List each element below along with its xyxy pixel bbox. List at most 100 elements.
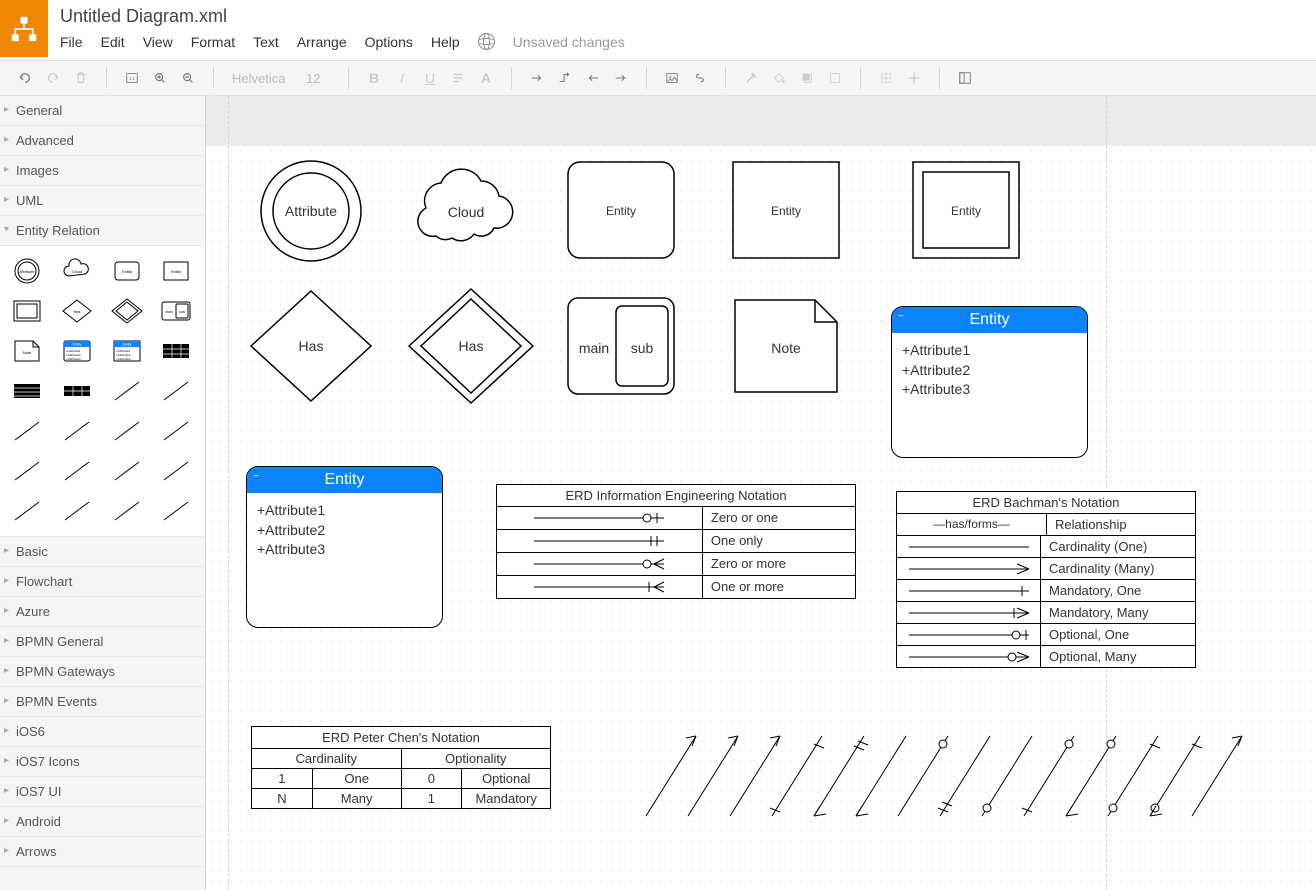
- palette-line-1[interactable]: [106, 374, 148, 408]
- shape-has-diamond[interactable]: Has: [246, 286, 376, 406]
- shape-ie-notation[interactable]: ERD Information Engineering Notation Zer…: [496, 484, 856, 599]
- sidebar-category-ios7-ui[interactable]: iOS7 UI: [0, 777, 205, 807]
- shape-entity-rect[interactable]: Entity: [731, 160, 841, 260]
- palette-line-10[interactable]: [155, 454, 197, 488]
- grid-toggle-button[interactable]: [873, 65, 899, 91]
- menu-view[interactable]: View: [143, 34, 173, 50]
- palette-line-8[interactable]: [56, 454, 98, 488]
- zoom-in-button[interactable]: [147, 65, 173, 91]
- menu-arrange[interactable]: Arrange: [297, 34, 347, 50]
- zoom-out-button[interactable]: [175, 65, 201, 91]
- shape-entity-double[interactable]: Entity: [911, 160, 1021, 260]
- palette-line-14[interactable]: [155, 494, 197, 528]
- palette-entity-table-blue2[interactable]: Entity+Attribute1+Attribute2+Attribute3: [106, 334, 148, 368]
- palette-main-sub[interactable]: mainsub: [155, 294, 197, 328]
- palette-table-dark2[interactable]: [6, 374, 48, 408]
- waypoints-button[interactable]: [552, 65, 578, 91]
- palette-entity-rounded[interactable]: Entity: [106, 254, 148, 288]
- palette-has-diamond[interactable]: Has: [56, 294, 98, 328]
- palette-line-13[interactable]: [106, 494, 148, 528]
- bold-button[interactable]: B: [361, 65, 387, 91]
- menu-text[interactable]: Text: [253, 34, 279, 50]
- menu-file[interactable]: File: [60, 34, 83, 50]
- zoom-fit-button[interactable]: 1:1: [119, 65, 145, 91]
- palette-line-6[interactable]: [155, 414, 197, 448]
- palette-line-12[interactable]: [56, 494, 98, 528]
- shape-chen-notation[interactable]: ERD Peter Chen's Notation Cardinality Op…: [251, 726, 551, 809]
- fill-color-button[interactable]: [766, 65, 792, 91]
- shape-cloud-label: Cloud: [411, 204, 521, 220]
- shape-bachman-notation[interactable]: ERD Bachman's Notation —has/forms—Relati…: [896, 491, 1196, 668]
- canvas[interactable]: Attribute Cloud Entity Entity Entity Has…: [206, 96, 1316, 890]
- delete-button[interactable]: [68, 65, 94, 91]
- sidebar-category-arrows[interactable]: Arrows: [0, 837, 205, 867]
- shape-has-double-diamond[interactable]: Has: [406, 286, 536, 406]
- palette-line-2[interactable]: [155, 374, 197, 408]
- sidebar-category-entity-relation[interactable]: Entity Relation: [0, 216, 205, 246]
- font-size[interactable]: 12: [300, 71, 336, 86]
- italic-button[interactable]: I: [389, 65, 415, 91]
- line-color-button[interactable]: [738, 65, 764, 91]
- palette-line-4[interactable]: [56, 414, 98, 448]
- shape-entity-rounded[interactable]: Entity: [566, 160, 676, 260]
- connection-button[interactable]: [524, 65, 550, 91]
- palette-note[interactable]: Note: [6, 334, 48, 368]
- menu-edit[interactable]: Edit: [101, 34, 125, 50]
- sidebar-category-images[interactable]: Images: [0, 156, 205, 186]
- sidebar-category-ios7-icons[interactable]: iOS7 Icons: [0, 747, 205, 777]
- palette-table-dark[interactable]: [155, 334, 197, 368]
- shape-attribute[interactable]: Attribute: [256, 156, 366, 266]
- menu-format[interactable]: Format: [191, 34, 235, 50]
- edit-style-button[interactable]: [822, 65, 848, 91]
- font-family[interactable]: Helvetica: [226, 71, 298, 86]
- shape-entity-table-2[interactable]: − Entity +Attribute1 +Attribute2 +Attrib…: [246, 466, 443, 628]
- guides-toggle-button[interactable]: [901, 65, 927, 91]
- palette-cloud[interactable]: Cloud: [56, 254, 98, 288]
- undo-button[interactable]: [12, 65, 38, 91]
- line-end-button[interactable]: [608, 65, 634, 91]
- sidebar-category-flowchart[interactable]: Flowchart: [0, 567, 205, 597]
- palette-table-dark3[interactable]: [56, 374, 98, 408]
- sidebar-category-bpmn-gateways[interactable]: BPMN Gateways: [0, 657, 205, 687]
- shape-note[interactable]: Note: [731, 296, 841, 396]
- sidebar-category-bpmn-events[interactable]: BPMN Events: [0, 687, 205, 717]
- palette-entity-double[interactable]: [6, 294, 48, 328]
- image-button[interactable]: [659, 65, 685, 91]
- palette-line-3[interactable]: [6, 414, 48, 448]
- palette-line-11[interactable]: [6, 494, 48, 528]
- menu-options[interactable]: Options: [365, 34, 413, 50]
- redo-button[interactable]: [40, 65, 66, 91]
- shadow-button[interactable]: [794, 65, 820, 91]
- shape-entity-rect-label: Entity: [731, 204, 841, 218]
- shape-connector-samples[interactable]: [626, 726, 1286, 846]
- menu-help[interactable]: Help: [431, 34, 460, 50]
- sidebar-category-azure[interactable]: Azure: [0, 597, 205, 627]
- sidebar-category-ios6[interactable]: iOS6: [0, 717, 205, 747]
- palette-line-9[interactable]: [106, 454, 148, 488]
- palette-attribute[interactable]: Attribute: [6, 254, 48, 288]
- align-button[interactable]: [445, 65, 471, 91]
- shape-main-sub[interactable]: main sub: [566, 296, 676, 396]
- underline-button[interactable]: U: [417, 65, 443, 91]
- line-start-button[interactable]: [580, 65, 606, 91]
- sidebar-category-uml[interactable]: UML: [0, 186, 205, 216]
- sidebar-category-basic[interactable]: Basic: [0, 537, 205, 567]
- palette-has-double-diamond[interactable]: [106, 294, 148, 328]
- shape-cloud[interactable]: Cloud: [411, 166, 521, 256]
- shape-entity-table-1[interactable]: − Entity +Attribute1 +Attribute2 +Attrib…: [891, 306, 1088, 458]
- globe-icon[interactable]: [478, 33, 495, 50]
- link-button[interactable]: [687, 65, 713, 91]
- outline-button[interactable]: [952, 65, 978, 91]
- sidebar-category-general[interactable]: General: [0, 96, 205, 126]
- palette-entity-table-blue[interactable]: Entity+Attribute1+Attribute2+Attribute3: [56, 334, 98, 368]
- palette-entity-rect[interactable]: Entity: [155, 254, 197, 288]
- palette-line-7[interactable]: [6, 454, 48, 488]
- palette-line-5[interactable]: [106, 414, 148, 448]
- document-title[interactable]: Untitled Diagram.xml: [60, 6, 625, 27]
- svg-text:Has: Has: [73, 309, 80, 314]
- sidebar-category-advanced[interactable]: Advanced: [0, 126, 205, 156]
- font-color-button[interactable]: A: [473, 65, 499, 91]
- sidebar-category-bpmn-general[interactable]: BPMN General: [0, 627, 205, 657]
- page-guide-left: [228, 96, 229, 890]
- sidebar-category-android[interactable]: Android: [0, 807, 205, 837]
